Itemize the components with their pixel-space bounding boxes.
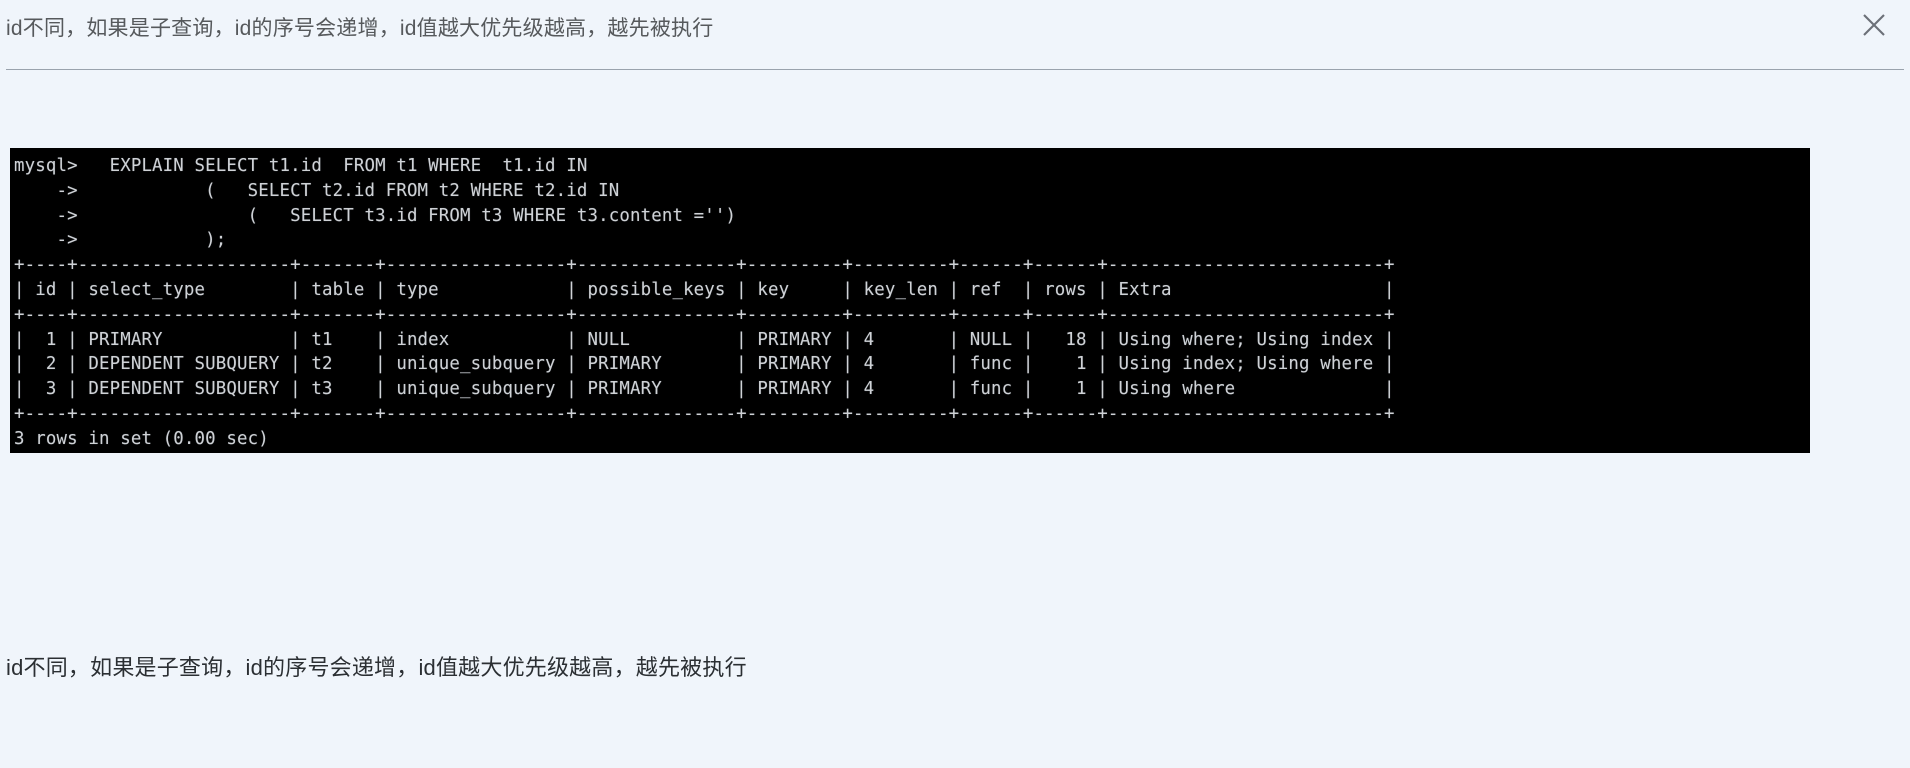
close-icon (1863, 14, 1885, 36)
body-paragraph: id不同，如果是子查询，id的序号会递增，id值越大优先级越高，越先被执行 (6, 655, 747, 680)
header-divider (6, 69, 1904, 70)
page-title: id不同，如果是子查询，id的序号会递增，id值越大优先级越高，越先被执行 (6, 17, 714, 40)
close-button[interactable] (1852, 3, 1896, 47)
header-bar: id不同，如果是子查询，id的序号会递增，id值越大优先级越高，越先被执行 (0, 0, 1910, 72)
terminal-output-block: mysql> EXPLAIN SELECT t1.id FROM t1 WHER… (10, 148, 1810, 453)
terminal-text: mysql> EXPLAIN SELECT t1.id FROM t1 WHER… (14, 156, 1395, 449)
